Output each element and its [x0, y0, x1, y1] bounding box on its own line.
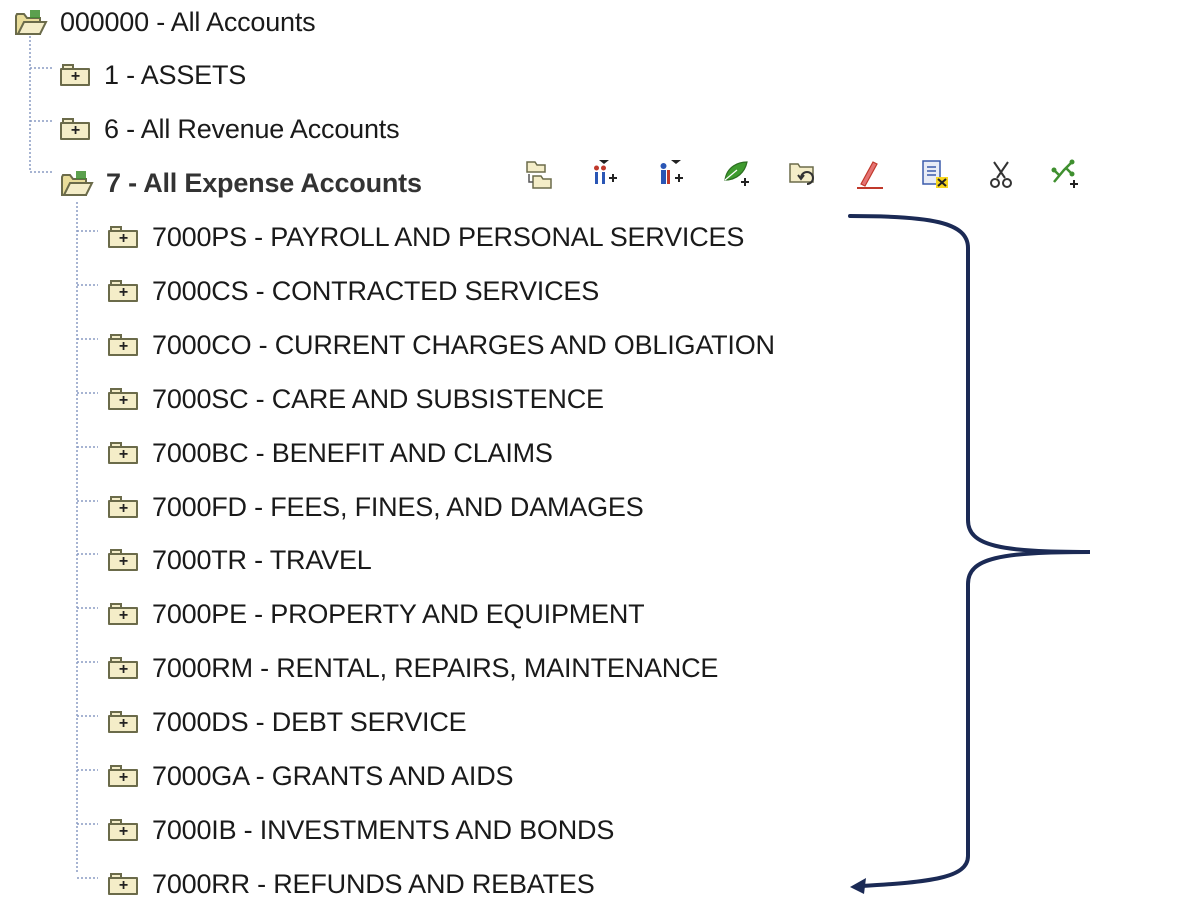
- tree-item-label: 6 - All Revenue Accounts: [104, 113, 400, 144]
- add-tree-icon[interactable]: [1050, 157, 1080, 191]
- folder-plus-icon[interactable]: +: [108, 873, 140, 895]
- folder-plus-icon[interactable]: +: [108, 280, 140, 302]
- folder-plus-icon[interactable]: +: [108, 819, 140, 841]
- tree-item-label: 7000CO - CURRENT CHARGES AND OBLIGATION: [152, 329, 775, 360]
- folder-plus-icon[interactable]: +: [108, 496, 140, 518]
- tree-root-label: 000000 - All Accounts: [60, 6, 316, 37]
- tree-item-label: 7000GA - GRANTS AND AIDS: [152, 760, 514, 791]
- folder-plus-icon[interactable]: +: [108, 711, 140, 733]
- tree-item-expense-child[interactable]: +7000DS - DEBT SERVICE: [108, 702, 467, 742]
- folder-plus-icon[interactable]: +: [108, 226, 140, 248]
- tree-item-label: 7000RR - REFUNDS AND REBATES: [152, 868, 595, 899]
- folder-plus-icon[interactable]: +: [108, 765, 140, 787]
- tree-item-label: 7 - All Expense Accounts: [106, 167, 422, 198]
- tree-item-expense-child[interactable]: +7000CO - CURRENT CHARGES AND OBLIGATION: [108, 325, 775, 365]
- tree-item-revenue[interactable]: + 6 - All Revenue Accounts: [60, 109, 400, 149]
- tree-item-expense-child[interactable]: +7000RR - REFUNDS AND REBATES: [108, 864, 595, 904]
- tree-item-expense-child[interactable]: +7000IB - INVESTMENTS AND BONDS: [108, 810, 614, 850]
- folder-plus-icon[interactable]: +: [60, 118, 92, 140]
- folder-plus-icon[interactable]: +: [108, 549, 140, 571]
- node-toolbar: [522, 152, 1080, 196]
- tree-item-label: 1 - ASSETS: [104, 59, 247, 90]
- tree-item-expense-child[interactable]: +7000SC - CARE AND SUBSISTENCE: [108, 379, 604, 419]
- tree-item-expense-child[interactable]: +7000BC - BENEFIT AND CLAIMS: [108, 433, 553, 473]
- folder-plus-icon[interactable]: +: [108, 388, 140, 410]
- tree-item-expense-child[interactable]: +7000PS - PAYROLL AND PERSONAL SERVICES: [108, 217, 744, 257]
- tree-item-expense[interactable]: 7 - All Expense Accounts: [60, 163, 422, 203]
- tree-item-assets[interactable]: + 1 - ASSETS: [60, 55, 246, 95]
- tree-item-label: 7000DS - DEBT SERVICE: [152, 706, 467, 737]
- add-sibling-members-icon[interactable]: [654, 157, 688, 191]
- folder-plus-icon[interactable]: +: [108, 334, 140, 356]
- tree-root[interactable]: 000000 - All Accounts: [14, 2, 316, 42]
- tree-item-label: 7000CS - CONTRACTED SERVICES: [152, 275, 600, 306]
- folder-plus-icon[interactable]: +: [108, 442, 140, 464]
- tree-item-label: 7000RM - RENTAL, REPAIRS, MAINTENANCE: [152, 652, 719, 683]
- tree-item-expense-child[interactable]: +7000TR - TRAVEL: [108, 540, 372, 580]
- folder-plus-icon[interactable]: +: [108, 657, 140, 679]
- tree-item-expense-child[interactable]: +7000PE - PROPERTY AND EQUIPMENT: [108, 594, 645, 634]
- tree-item-label: 7000FD - FEES, FINES, AND DAMAGES: [152, 491, 644, 522]
- folder-open-icon: [61, 171, 94, 196]
- tree-item-expense-child[interactable]: +7000RM - RENTAL, REPAIRS, MAINTENANCE: [108, 648, 718, 688]
- tree-item-label: 7000PS - PAYROLL AND PERSONAL SERVICES: [152, 221, 745, 252]
- restore-folder-icon[interactable]: [786, 157, 820, 191]
- add-child-members-icon[interactable]: [588, 157, 622, 191]
- folder-open-icon: [15, 10, 48, 35]
- edit-pencil-icon[interactable]: [852, 157, 886, 191]
- delete-document-icon[interactable]: [918, 157, 952, 191]
- tree-item-label: 7000IB - INVESTMENTS AND BONDS: [152, 814, 615, 845]
- tree-item-label: 7000BC - BENEFIT AND CLAIMS: [152, 437, 553, 468]
- tree-item-label: 7000SC - CARE AND SUBSISTENCE: [152, 383, 604, 414]
- tree-item-label: 7000TR - TRAVEL: [152, 544, 372, 575]
- move-folder-icon[interactable]: [522, 157, 556, 191]
- add-leaf-icon[interactable]: [720, 157, 754, 191]
- folder-plus-icon[interactable]: +: [108, 603, 140, 625]
- cut-scissors-icon[interactable]: [984, 157, 1018, 191]
- tree-item-label: 7000PE - PROPERTY AND EQUIPMENT: [152, 598, 645, 629]
- tree-item-expense-child[interactable]: +7000GA - GRANTS AND AIDS: [108, 756, 514, 796]
- folder-plus-icon[interactable]: +: [60, 64, 92, 86]
- tree-item-expense-child[interactable]: +7000FD - FEES, FINES, AND DAMAGES: [108, 487, 644, 527]
- tree-item-expense-child[interactable]: +7000CS - CONTRACTED SERVICES: [108, 271, 599, 311]
